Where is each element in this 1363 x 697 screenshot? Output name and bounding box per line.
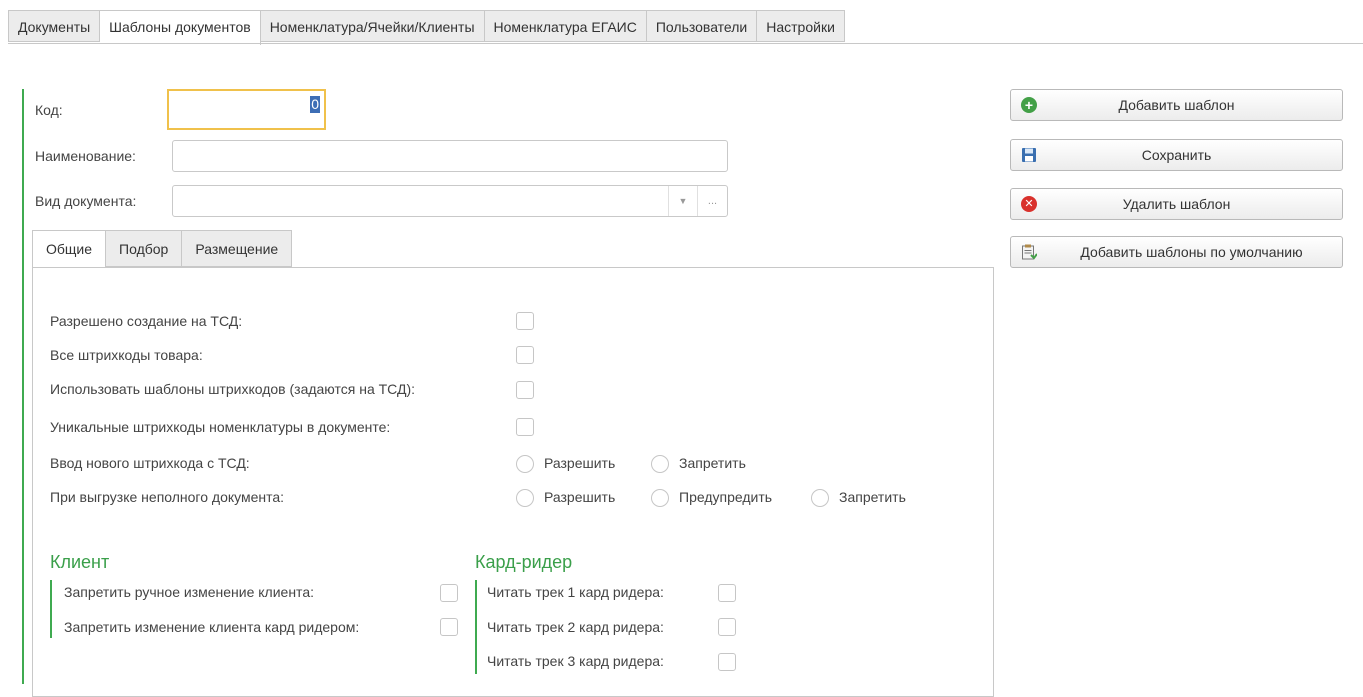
use-templates-checkbox[interactable] (516, 381, 534, 399)
new-barcode-allow-label[interactable]: Разрешить (544, 455, 615, 471)
tab-settings[interactable]: Настройки (757, 10, 845, 42)
form-group-bar (22, 89, 24, 684)
tab-selection[interactable]: Подбор (106, 230, 183, 267)
all-barcodes-checkbox[interactable] (516, 346, 534, 364)
track2-label: Читать трек 2 кард ридера: (487, 619, 664, 635)
track2-checkbox[interactable] (718, 618, 736, 636)
client-card-checkbox[interactable] (440, 618, 458, 636)
doctype-label: Вид документа: (35, 193, 137, 209)
client-group-bar (50, 580, 52, 638)
delete-template-button[interactable]: ✕ Удалить шаблон (1010, 188, 1343, 220)
tab-document-templates[interactable]: Шаблоны документов (100, 10, 261, 45)
tabs-divider (8, 43, 1363, 44)
partial-allow-radio[interactable] (516, 489, 534, 507)
add-template-label: Добавить шаблон (1118, 97, 1235, 113)
client-card-label: Запретить изменение клиента кард ридером… (64, 619, 360, 635)
track3-label: Читать трек 3 кард ридера: (487, 653, 664, 669)
partial-deny-radio[interactable] (811, 489, 829, 507)
inner-tabs: Общие Подбор Размещение (32, 230, 293, 268)
allow-create-label: Разрешено создание на ТСД: (50, 313, 243, 329)
tab-nomenclature-cells-clients[interactable]: Номенклатура/Ячейки/Клиенты (260, 10, 485, 42)
client-group-title: Клиент (50, 552, 110, 572)
new-barcode-label: Ввод нового штрихкода с ТСД: (50, 455, 250, 471)
new-barcode-deny-label[interactable]: Запретить (679, 455, 746, 471)
save-button[interactable]: Сохранить (1010, 139, 1343, 171)
code-label: Код: (35, 102, 63, 118)
add-default-templates-button[interactable]: Добавить шаблоны по умолчанию (1010, 236, 1343, 268)
code-value: 0 (310, 96, 320, 113)
client-manual-checkbox[interactable] (440, 584, 458, 602)
partial-warn-radio[interactable] (651, 489, 669, 507)
partial-warn-label[interactable]: Предупредить (679, 489, 772, 505)
add-default-templates-label: Добавить шаблоны по умолчанию (1080, 244, 1303, 260)
track1-checkbox[interactable] (718, 584, 736, 602)
unique-barcodes-checkbox[interactable] (516, 418, 534, 436)
main-tabs: Документы Шаблоны документов Номенклатур… (8, 10, 845, 45)
code-input[interactable]: 0 (167, 89, 326, 130)
partial-deny-label[interactable]: Запретить (839, 489, 906, 505)
tab-nomenclature-egais[interactable]: Номенклатура ЕГАИС (484, 10, 647, 42)
new-barcode-allow-radio[interactable] (516, 455, 534, 473)
doctype-select[interactable]: ▼ ... (172, 185, 728, 217)
new-barcode-deny-radio[interactable] (651, 455, 669, 473)
unique-barcodes-label: Уникальные штрихкоды номенклатуры в доку… (50, 419, 391, 435)
chevron-down-icon[interactable]: ▼ (668, 186, 697, 216)
save-label: Сохранить (1141, 147, 1212, 163)
partial-upload-label: При выгрузке неполного документа: (50, 489, 285, 505)
client-manual-label: Запретить ручное изменение клиента: (64, 584, 314, 600)
tab-general[interactable]: Общие (32, 230, 107, 268)
track1-label: Читать трек 1 кард ридера: (487, 584, 664, 600)
name-input[interactable] (172, 140, 728, 172)
tab-users[interactable]: Пользователи (646, 10, 758, 42)
card-reader-group-bar (475, 580, 477, 674)
add-template-button[interactable]: + Добавить шаблон (1010, 89, 1343, 121)
tab-placement[interactable]: Размещение (182, 230, 293, 267)
allow-create-checkbox[interactable] (516, 312, 534, 330)
track3-checkbox[interactable] (718, 653, 736, 671)
name-label: Наименование: (35, 148, 136, 164)
partial-allow-label[interactable]: Разрешить (544, 489, 615, 505)
tab-documents[interactable]: Документы (8, 10, 101, 42)
all-barcodes-label: Все штрихкоды товара: (50, 347, 203, 363)
delete-template-label: Удалить шаблон (1122, 196, 1231, 212)
doctype-more-button[interactable]: ... (697, 186, 727, 216)
card-reader-group-title: Кард-ридер (475, 552, 573, 572)
use-templates-label: Использовать шаблоны штрихкодов (задаютс… (50, 381, 416, 397)
